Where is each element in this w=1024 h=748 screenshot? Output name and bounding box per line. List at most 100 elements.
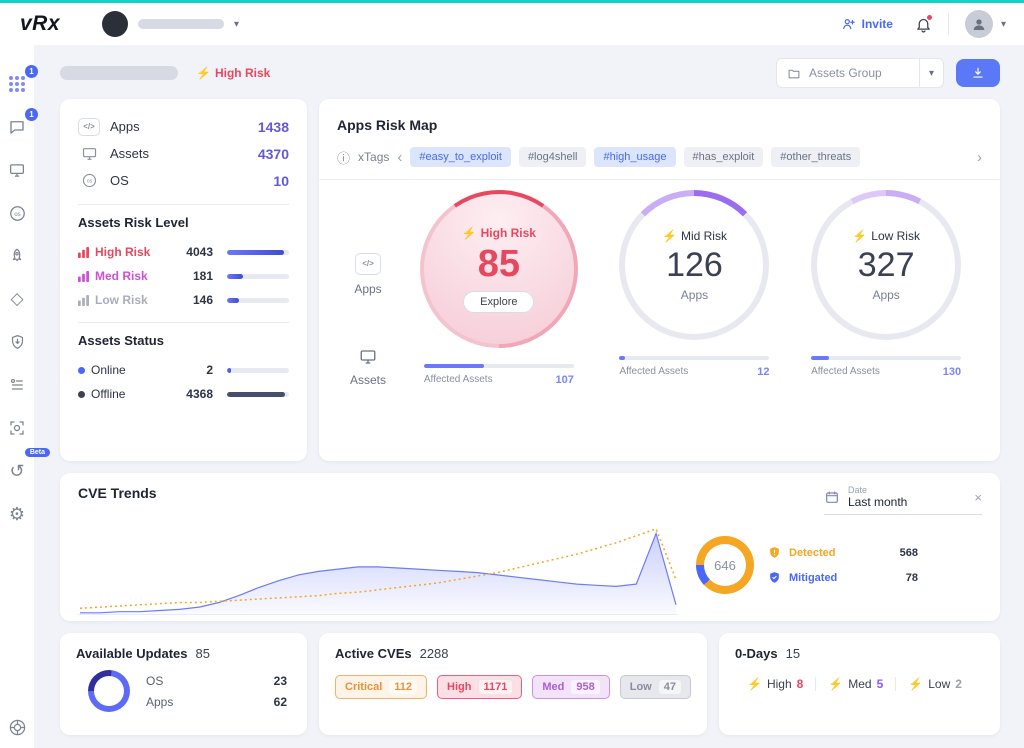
- updates-apps-row[interactable]: Apps 62: [146, 691, 287, 712]
- affected-assets-label: Affected Assets: [424, 374, 493, 386]
- sidebar-item-dashboard[interactable]: 1: [0, 69, 34, 99]
- sidebar-item-os[interactable]: os: [0, 198, 34, 228]
- online-bar: [227, 368, 289, 373]
- zero-days-low[interactable]: ⚡ Low 2: [895, 677, 974, 691]
- sidebar-item-patch[interactable]: [0, 327, 34, 357]
- updates-os-label: OS: [146, 674, 163, 688]
- affected-assets-value: 12: [757, 366, 769, 378]
- mid-risk-unit: Apps: [681, 288, 708, 302]
- zero-days-med[interactable]: ⚡ Med 5: [815, 677, 895, 691]
- zero-days-high-label: High: [767, 677, 792, 691]
- company-account-switcher[interactable]: ▾: [102, 11, 239, 37]
- user-menu-chevron-icon[interactable]: ▾: [1001, 19, 1006, 30]
- calendar-icon: [824, 489, 840, 505]
- tag-high-usage[interactable]: #high_usage: [594, 147, 675, 167]
- folder-icon: [787, 67, 801, 80]
- chevron-right-icon[interactable]: ›: [977, 150, 982, 165]
- active-cves-card: Active CVEs 2288 Critical 112 High 1171 …: [319, 633, 707, 735]
- sidebar-item-settings[interactable]: ⚙: [0, 499, 34, 529]
- bolt-icon: ⚡: [662, 230, 677, 242]
- date-range-select[interactable]: Date Last month ×: [824, 485, 982, 515]
- tag-easy-to-exploit[interactable]: #easy_to_exploit: [410, 147, 511, 167]
- notification-dot: [926, 14, 933, 21]
- tag-has-exploit[interactable]: #has_exploit: [684, 147, 764, 167]
- assets-count-row[interactable]: Assets 4370: [78, 140, 289, 167]
- tag-log4shell[interactable]: #log4shell: [519, 147, 587, 167]
- user-avatar[interactable]: [965, 10, 993, 38]
- mitigated-value: 78: [906, 572, 918, 584]
- mid-risk-circle[interactable]: ⚡Mid Risk 126 Apps: [625, 196, 763, 334]
- axis-assets[interactable]: Assets: [350, 348, 386, 387]
- apps-count-row[interactable]: </> Apps 1438: [78, 113, 289, 140]
- sidebar-item-help[interactable]: [0, 712, 34, 742]
- assets-group-select[interactable]: Assets Group ▾: [776, 58, 944, 88]
- med-risk-bar: [227, 274, 289, 279]
- axis-apps-label: Apps: [354, 282, 381, 296]
- cve-trends-card: CVE Trends Date Last month ×: [60, 473, 1000, 621]
- info-icon[interactable]: ⓘ: [337, 148, 350, 167]
- sidebar-item-tasks[interactable]: [0, 370, 34, 400]
- invite-button[interactable]: Invite: [842, 17, 893, 31]
- zero-days-high[interactable]: ⚡ High 8: [735, 677, 815, 691]
- company-name-placeholder: [138, 19, 224, 29]
- critical-badge[interactable]: Critical 112: [335, 675, 427, 699]
- high-badge[interactable]: High 1171: [437, 675, 522, 699]
- med-risk-row[interactable]: Med Risk 181: [78, 264, 289, 288]
- axis-apps[interactable]: </> Apps: [354, 253, 381, 296]
- low-risk-label: Low Risk: [95, 293, 175, 307]
- life-buoy-icon: [8, 718, 27, 737]
- date-value: Last month: [848, 495, 907, 509]
- high-risk-label: High Risk: [95, 245, 175, 259]
- sidebar-item-devices[interactable]: [0, 155, 34, 185]
- online-row[interactable]: Online 2: [78, 358, 289, 382]
- cve-donut-panel: 646 Detected 568: [696, 536, 918, 594]
- page-header: ⚡ High Risk Assets Group ▾: [60, 58, 1000, 88]
- vrx-logo: vRx: [20, 12, 60, 36]
- med-risk-label: Med Risk: [95, 269, 175, 283]
- sidebar-item-scan[interactable]: [0, 413, 34, 443]
- high-label: High: [447, 681, 471, 693]
- low-risk-circle-col: ⚡Low Risk 327 Apps Affected Assets 130: [811, 190, 961, 378]
- sidebar-item-xtags[interactable]: ◇: [0, 284, 34, 314]
- high-risk-circle[interactable]: ⚡High Risk 85 Explore: [424, 194, 574, 344]
- updates-os-row[interactable]: OS 23: [146, 670, 287, 691]
- available-updates-card: Available Updates 85 OS 23 Apps 62: [60, 633, 307, 735]
- explore-button[interactable]: Explore: [463, 291, 534, 313]
- gear-icon: ⚙: [9, 504, 25, 525]
- low-risk-row[interactable]: Low Risk 146: [78, 288, 289, 312]
- sidebar: 1 1 os ◇: [0, 45, 34, 748]
- low-affected-bar: [811, 356, 961, 360]
- close-icon[interactable]: ×: [974, 490, 982, 505]
- tag-other-threats[interactable]: #other_threats: [771, 147, 860, 167]
- inventory-card: </> Apps 1438 Assets 4370 os OS 10: [60, 99, 307, 461]
- zero-days-high-value: 8: [797, 677, 804, 691]
- low-risk-circle-title: Low Risk: [871, 229, 920, 243]
- sidebar-item-history[interactable]: ↺ Beta: [0, 456, 34, 486]
- cve-donut-total: 646: [714, 558, 736, 573]
- sidebar-item-support[interactable]: 1: [0, 112, 34, 142]
- svg-text:os: os: [14, 211, 20, 217]
- invite-label: Invite: [862, 17, 893, 31]
- detected-label: Detected: [789, 547, 835, 559]
- low-badge[interactable]: Low 47: [620, 675, 691, 699]
- person-icon: [971, 16, 987, 32]
- os-count-row[interactable]: os OS 10: [78, 167, 289, 194]
- sidebar-item-deploy[interactable]: [0, 241, 34, 271]
- low-risk-value: 146: [181, 293, 213, 307]
- med-badge[interactable]: Med 958: [532, 675, 609, 699]
- low-value: 47: [659, 680, 681, 694]
- online-label: Online: [91, 363, 175, 377]
- critical-label: Critical: [345, 681, 382, 693]
- risk-map-axis: </> Apps Assets: [337, 190, 399, 449]
- low-risk-circle[interactable]: ⚡Low Risk 327 Apps: [817, 196, 955, 334]
- download-button[interactable]: [956, 59, 1000, 87]
- updates-count: 85: [196, 646, 210, 661]
- notifications-button[interactable]: [915, 16, 932, 33]
- high-risk-row[interactable]: High Risk 4043: [78, 240, 289, 264]
- offline-row[interactable]: Offline 4368: [78, 382, 289, 406]
- low-risk-ring: ⚡Low Risk 327 Apps: [811, 190, 961, 340]
- bolt-icon: ⚡: [828, 678, 843, 690]
- dashboard-badge: 1: [25, 65, 38, 78]
- chevron-left-icon[interactable]: ‹: [397, 150, 402, 165]
- zero-days-low-value: 2: [955, 677, 962, 691]
